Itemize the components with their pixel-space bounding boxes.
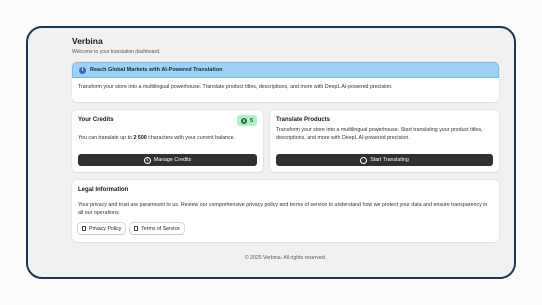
document-icon [134,226,139,231]
info-icon: i [79,66,86,74]
credits-card: Your Credits $ 5 You can translate up to… [72,110,263,172]
legal-card: Legal Information Your privacy and trust… [72,180,499,242]
terms-of-service-button[interactable]: Terms of Service [130,223,184,234]
translate-description: Transform your store into a multilingual… [276,127,483,141]
start-translating-button[interactable]: Start Translating [276,154,493,166]
document-icon [82,226,86,231]
start-translating-label: Start Translating [370,157,409,163]
manage-credits-label: Manage Credits [153,157,192,163]
credits-text-prefix: You can translate up to [78,135,134,141]
terms-of-service-label: Terms of Service [141,225,180,232]
banner-body: Transform your store into a multilingual… [78,84,393,90]
info-banner: i Reach Global Markets with AI-Powered T… [72,62,499,102]
privacy-policy-button[interactable]: Privacy Policy [78,223,126,234]
credits-badge: $ 5 [236,115,257,126]
coin-icon: $ [240,117,247,124]
footer-copyright: © 2025 Verbina. All rights reserved. [244,255,327,261]
privacy-policy-label: Privacy Policy [89,225,122,232]
translate-card: Translate Products Transform your store … [270,110,499,172]
globe-icon [360,156,368,164]
banner-header: i Reach Global Markets with AI-Powered T… [72,62,499,78]
coin-icon: $ [143,156,151,164]
credits-badge-value: 5 [249,117,253,124]
credits-description: You can translate up to 2 500 characters… [78,135,257,141]
page-subtitle: Welcome to your translation dashboard. [72,49,161,55]
legal-title: Legal Information [78,187,129,193]
banner-title: Reach Global Markets with AI-Powered Tra… [90,67,223,73]
credits-text-suffix: characters with your current balance. [146,135,236,141]
page-title: Verbina [72,36,103,46]
manage-credits-button[interactable]: $ Manage Credits [78,154,257,166]
legal-description: Your privacy and trust are paramount to … [78,202,488,216]
app-window: Verbina Welcome to your translation dash… [26,26,516,279]
translate-title: Translate Products [276,117,331,123]
credits-amount: 2 500 [133,135,147,141]
dashboard: Verbina Welcome to your translation dash… [72,34,499,261]
legal-buttons: Privacy Policy Terms of Service [78,223,493,234]
credits-title: Your Credits [78,117,114,123]
